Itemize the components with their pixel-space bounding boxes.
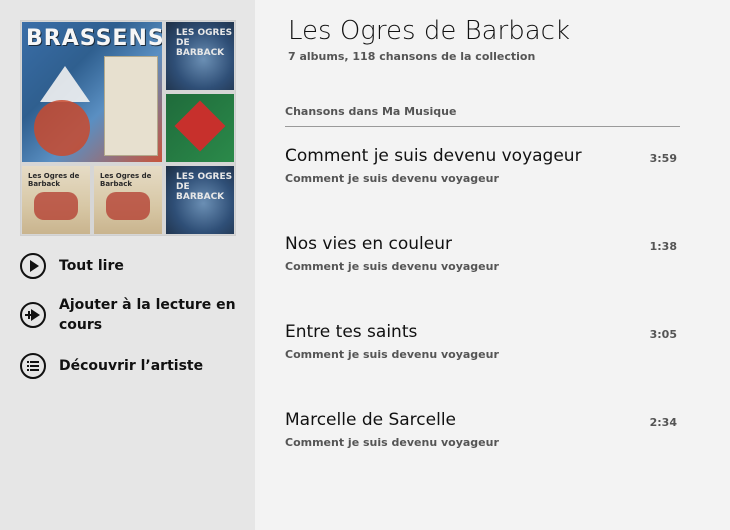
album-cover-title: Les Ogres de Barback: [28, 172, 80, 188]
car-illustration: [34, 192, 78, 220]
section-header: Chansons dans Ma Musique: [285, 105, 457, 118]
play-icon: [20, 253, 46, 279]
song-album: Comment je suis devenu voyageur: [285, 436, 499, 449]
action-label-line1: Ajouter à la lecture en: [59, 297, 236, 313]
action-label-line2: cours: [59, 317, 103, 333]
album-cover-moon[interactable]: LES OGRES DE BARBACK: [166, 22, 234, 90]
action-label: Découvrir l’artiste: [59, 358, 204, 374]
album-cover-title: BRASSENS: [26, 26, 162, 51]
album-cover-brassens[interactable]: BRASSENS: [22, 22, 162, 162]
action-label: Tout lire: [59, 258, 124, 274]
song-album: Comment je suis devenu voyageur: [285, 172, 499, 185]
song-album: Comment je suis devenu voyageur: [285, 348, 499, 361]
album-cover-beige-2[interactable]: Les Ogres de Barback: [94, 166, 162, 234]
section-divider: [285, 126, 680, 127]
album-cover-title: LES OGRES DE BARBACK: [176, 28, 233, 58]
song-title: Entre tes saints: [285, 322, 418, 342]
play-all-button[interactable]: Tout lire: [20, 253, 240, 279]
artist-name: Les Ogres de Barback: [288, 16, 571, 46]
song-album: Comment je suis devenu voyageur: [285, 260, 499, 273]
song-duration: 1:38: [649, 240, 677, 253]
heart-illustration: [174, 100, 226, 152]
album-cover-title: Les Ogres de Barback: [100, 172, 152, 188]
song-title: Comment je suis devenu voyageur: [285, 146, 582, 166]
collection-summary: 7 albums, 118 chansons de la collection: [288, 50, 536, 63]
list-icon: [20, 353, 46, 379]
discover-artist-button[interactable]: Découvrir l’artiste: [20, 353, 240, 379]
song-duration: 3:59: [649, 152, 677, 165]
car-illustration: [106, 192, 150, 220]
album-cover-title: LES OGRES DE BARBACK: [176, 172, 233, 202]
left-panel: BRASSENS LES OGRES DE BARBACK Les Ogres …: [0, 0, 255, 530]
add-to-now-playing-button[interactable]: Ajouter à la lecture en cours: [20, 295, 240, 335]
song-title: Nos vies en couleur: [285, 234, 452, 254]
action-label: Ajouter à la lecture en cours: [59, 295, 236, 335]
song-title: Marcelle de Sarcelle: [285, 410, 457, 430]
album-cover-beige-1[interactable]: Les Ogres de Barback: [22, 166, 90, 234]
song-duration: 2:34: [649, 416, 677, 429]
song-duration: 3:05: [649, 328, 677, 341]
album-cover-moon-2[interactable]: LES OGRES DE BARBACK: [166, 166, 234, 234]
cover-panel: [104, 56, 158, 156]
character-illustration: [34, 100, 90, 156]
boat-illustration: [40, 66, 90, 102]
album-cover-heart[interactable]: [166, 94, 234, 162]
main-content: Les Ogres de Barback 7 albums, 118 chans…: [255, 0, 730, 530]
add-to-playing-icon: [20, 302, 46, 328]
album-art-mosaic[interactable]: BRASSENS LES OGRES DE BARBACK Les Ogres …: [20, 20, 236, 236]
